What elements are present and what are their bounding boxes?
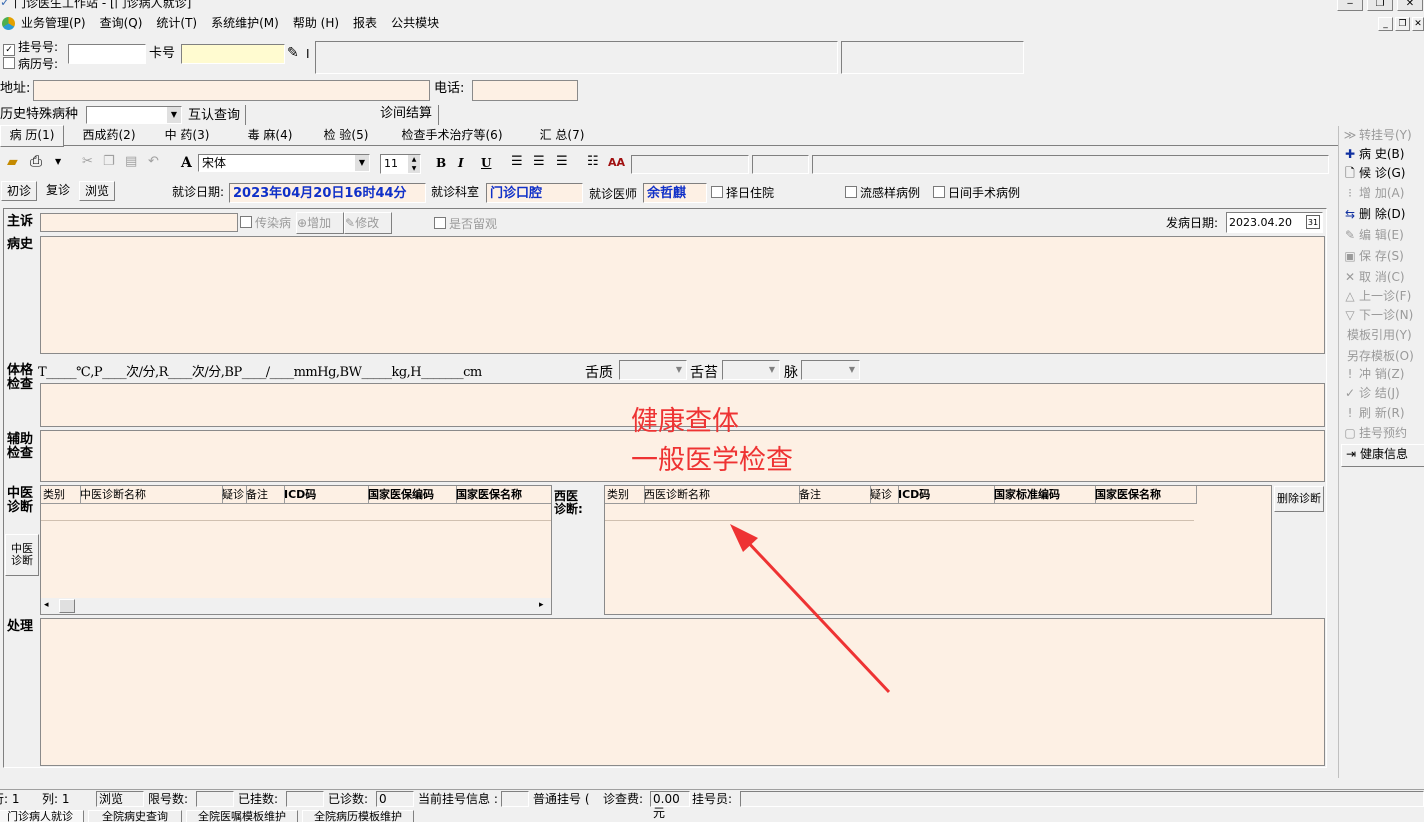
status-current-value: [501, 791, 529, 807]
edit-icon: ✎: [1344, 228, 1356, 242]
plus-icon: ✚: [1344, 147, 1356, 161]
cancel-icon: ✕: [1344, 270, 1356, 284]
status-fee-label: 诊查费:: [603, 792, 644, 806]
registration-booking-button[interactable]: ▢ 挂号预约: [1341, 424, 1423, 443]
delete-button[interactable]: ⇆ 删 除(D): [1341, 205, 1423, 224]
annotation-arrow: [730, 524, 891, 694]
status-normal-label: 普通挂号 (: [533, 792, 590, 806]
write-off-button[interactable]: ! 冲 销(Z): [1341, 365, 1423, 384]
waiting-button[interactable]: 🗋 候 诊(G): [1341, 164, 1423, 183]
exit-door-icon: ⇥: [1345, 447, 1357, 461]
window-tab-record-template[interactable]: 全院病历模板维护: [302, 810, 414, 822]
edit-button[interactable]: ✎ 编 辑(E): [1341, 226, 1423, 245]
check-icon: ✓: [1344, 386, 1356, 400]
window-tabs: 门诊病人就诊 全院病史查询 全院医嘱模板维护 全院病历模板维护: [0, 810, 1424, 822]
save-as-template-button[interactable]: 另存模板(O): [1341, 347, 1424, 366]
add-icon: ⁝: [1348, 186, 1352, 200]
add-button[interactable]: ⁝ 增 加(A): [1341, 184, 1423, 203]
document-icon: 🗋: [1345, 166, 1355, 180]
status-seen-value: 0: [376, 791, 414, 807]
refresh-button[interactable]: ! 刷 新(R): [1341, 404, 1423, 423]
finish-visit-button[interactable]: ✓ 诊 结(J): [1341, 384, 1423, 403]
transfer-icon: ≫: [1343, 128, 1357, 142]
refresh-icon: !: [1347, 406, 1353, 420]
status-limit-label: 限号数:: [148, 792, 189, 806]
clipboard-icon: ▢: [1344, 426, 1356, 440]
status-row: 行: 1: [0, 792, 20, 806]
transfer-registration-button[interactable]: ≫ 转挂号(Y): [1341, 126, 1423, 145]
status-current-label: 当前挂号信息 :: [418, 792, 498, 806]
template-reference-button[interactable]: 模板引用(Y): [1341, 326, 1424, 345]
status-registered-label: 已挂数:: [238, 792, 279, 806]
previous-visit-button[interactable]: △ 上一诊(F): [1341, 287, 1423, 306]
status-fee-value: 0.00元: [650, 791, 690, 820]
delete-icon: ⇆: [1344, 207, 1356, 221]
window-tab-outpatient[interactable]: 门诊病人就诊: [0, 810, 84, 822]
status-limit-value: [196, 791, 234, 807]
save-icon: ▣: [1344, 249, 1356, 263]
save-button[interactable]: ▣ 保 存(S): [1341, 247, 1423, 266]
next-visit-button[interactable]: ▽ 下一诊(N): [1341, 306, 1423, 325]
history-button[interactable]: ✚ 病 史(B): [1341, 145, 1423, 164]
status-seen-label: 已诊数:: [328, 792, 369, 806]
window-tab-history-query[interactable]: 全院病史查询: [88, 810, 182, 822]
window-tab-order-template[interactable]: 全院医嘱模板维护: [186, 810, 298, 822]
status-registered-value: [286, 791, 324, 807]
health-info-button[interactable]: ⇥ 健康信息: [1341, 444, 1424, 467]
status-col: 列: 1: [42, 792, 70, 806]
status-mode: 浏览: [96, 791, 144, 807]
up-arrow-icon: △: [1345, 289, 1355, 303]
status-clerk-label: 挂号员:: [692, 792, 733, 806]
status-clerk-value: [740, 791, 1424, 807]
cancel-button[interactable]: ✕ 取 消(C): [1341, 268, 1423, 287]
down-arrow-icon: ▽: [1345, 308, 1355, 322]
exclamation-icon: !: [1347, 367, 1353, 381]
